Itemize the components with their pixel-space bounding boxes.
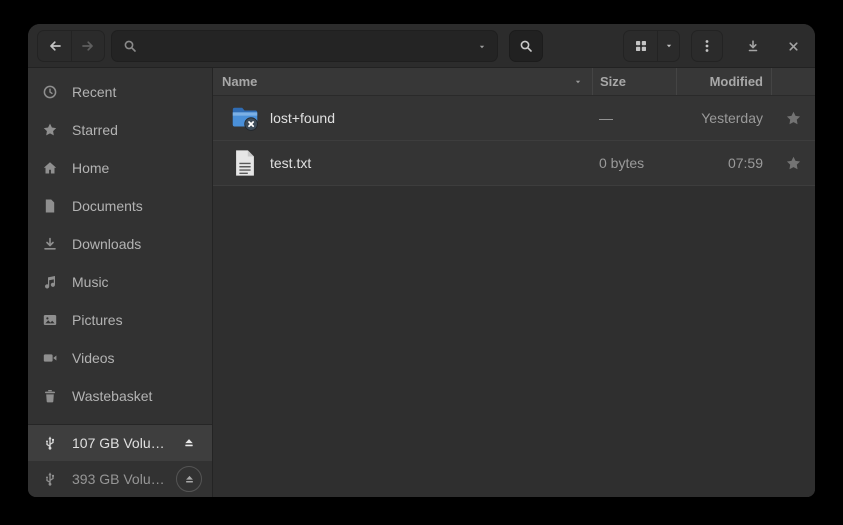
column-header-star (771, 68, 815, 95)
eject-icon (182, 436, 196, 450)
sidebar-item-pictures[interactable]: Pictures (28, 301, 212, 339)
sidebar-item-music[interactable]: Music (28, 263, 212, 301)
column-label: Modified (710, 74, 763, 89)
sidebar-item-videos[interactable]: Videos (28, 339, 212, 377)
text-file-icon (230, 148, 260, 178)
search-button[interactable] (509, 30, 543, 62)
file-size: — (592, 96, 676, 140)
sidebar-item-label: Starred (72, 122, 118, 138)
sidebar-volume-107gb[interactable]: 107 GB Volu… (28, 425, 212, 461)
column-label: Name (222, 74, 257, 89)
file-modified: Yesterday (676, 96, 771, 140)
view-button-group (623, 30, 680, 62)
caret-down-icon[interactable] (476, 42, 488, 52)
files-window: Recent Starred Home Documents Downloads (28, 24, 815, 497)
home-icon (42, 160, 58, 176)
minimize-down-icon (745, 38, 761, 54)
star-icon (42, 122, 58, 138)
headerbar (28, 24, 815, 68)
sidebar-item-label: Pictures (72, 312, 123, 328)
caret-down-icon (663, 41, 675, 51)
grid-view-button[interactable] (624, 31, 657, 61)
location-input[interactable] (138, 38, 497, 54)
star-toggle[interactable] (771, 141, 815, 185)
document-icon (42, 198, 58, 214)
sidebar-item-starred[interactable]: Starred (28, 111, 212, 149)
empty-file-area[interactable] (213, 186, 815, 497)
volume-label: 393 GB Volu… (72, 471, 176, 487)
file-name: lost+found (270, 110, 335, 126)
star-toggle[interactable] (771, 96, 815, 140)
magnifier-icon (122, 38, 138, 54)
file-name: test.txt (270, 155, 311, 171)
sidebar-item-wastebasket[interactable]: Wastebasket (28, 377, 212, 415)
file-size: 0 bytes (592, 141, 676, 185)
eject-button[interactable] (176, 466, 202, 492)
video-camera-icon (42, 350, 58, 366)
sidebar-item-label: Music (72, 274, 109, 290)
usb-drive-icon (42, 435, 58, 451)
sidebar-volume-393gb[interactable]: 393 GB Volu… (28, 461, 212, 497)
window-body: Recent Starred Home Documents Downloads (28, 68, 815, 497)
close-button[interactable] (779, 34, 807, 58)
sidebar-item-downloads[interactable]: Downloads (28, 225, 212, 263)
sidebar-item-recent[interactable]: Recent (28, 73, 212, 111)
grid-view-icon (633, 38, 649, 54)
volume-label: 107 GB Volu… (72, 435, 176, 451)
location-search-entry[interactable] (111, 30, 498, 62)
column-header-name[interactable]: Name (213, 68, 592, 95)
minimize-button[interactable] (739, 34, 767, 58)
download-icon (42, 236, 58, 252)
column-header-modified[interactable]: Modified (676, 68, 771, 95)
picture-icon (42, 312, 58, 328)
sort-descending-icon (572, 77, 584, 87)
sidebar: Recent Starred Home Documents Downloads (28, 68, 213, 497)
trash-icon (42, 388, 58, 404)
file-row-test-txt[interactable]: test.txt 0 bytes 07:59 (213, 141, 815, 186)
menu-button[interactable] (691, 30, 723, 62)
nav-button-group (37, 30, 105, 62)
sidebar-item-label: Home (72, 160, 109, 176)
sidebar-item-label: Wastebasket (72, 388, 152, 404)
sidebar-item-home[interactable]: Home (28, 149, 212, 187)
view-options-button[interactable] (657, 31, 679, 61)
column-label: Size (600, 74, 626, 89)
list-header: Name Size Modified (213, 68, 815, 96)
eject-button[interactable] (176, 430, 202, 456)
sidebar-item-label: Videos (72, 350, 115, 366)
magnifier-icon (518, 38, 534, 54)
file-row-lost-found[interactable]: lost+found — Yesterday (213, 96, 815, 141)
sidebar-item-label: Documents (72, 198, 143, 214)
eject-icon (183, 473, 196, 486)
arrow-right-icon (80, 38, 96, 54)
music-note-icon (42, 274, 58, 290)
folder-no-access-icon (230, 103, 260, 133)
arrow-left-icon (47, 38, 63, 54)
forward-button[interactable] (71, 31, 104, 61)
sidebar-item-label: Downloads (72, 236, 141, 252)
sidebar-spacer (28, 415, 212, 424)
back-button[interactable] (38, 31, 71, 61)
kebab-menu-icon (699, 38, 715, 54)
screen: Recent Starred Home Documents Downloads (0, 0, 843, 525)
file-list-pane: Name Size Modified (213, 68, 815, 497)
column-header-size[interactable]: Size (592, 68, 676, 95)
file-modified: 07:59 (676, 141, 771, 185)
usb-drive-icon (42, 471, 58, 487)
close-x-icon (786, 39, 801, 54)
star-icon (785, 110, 802, 127)
sidebar-item-documents[interactable]: Documents (28, 187, 212, 225)
sidebar-item-label: Recent (72, 84, 116, 100)
clock-icon (42, 84, 58, 100)
star-icon (785, 155, 802, 172)
